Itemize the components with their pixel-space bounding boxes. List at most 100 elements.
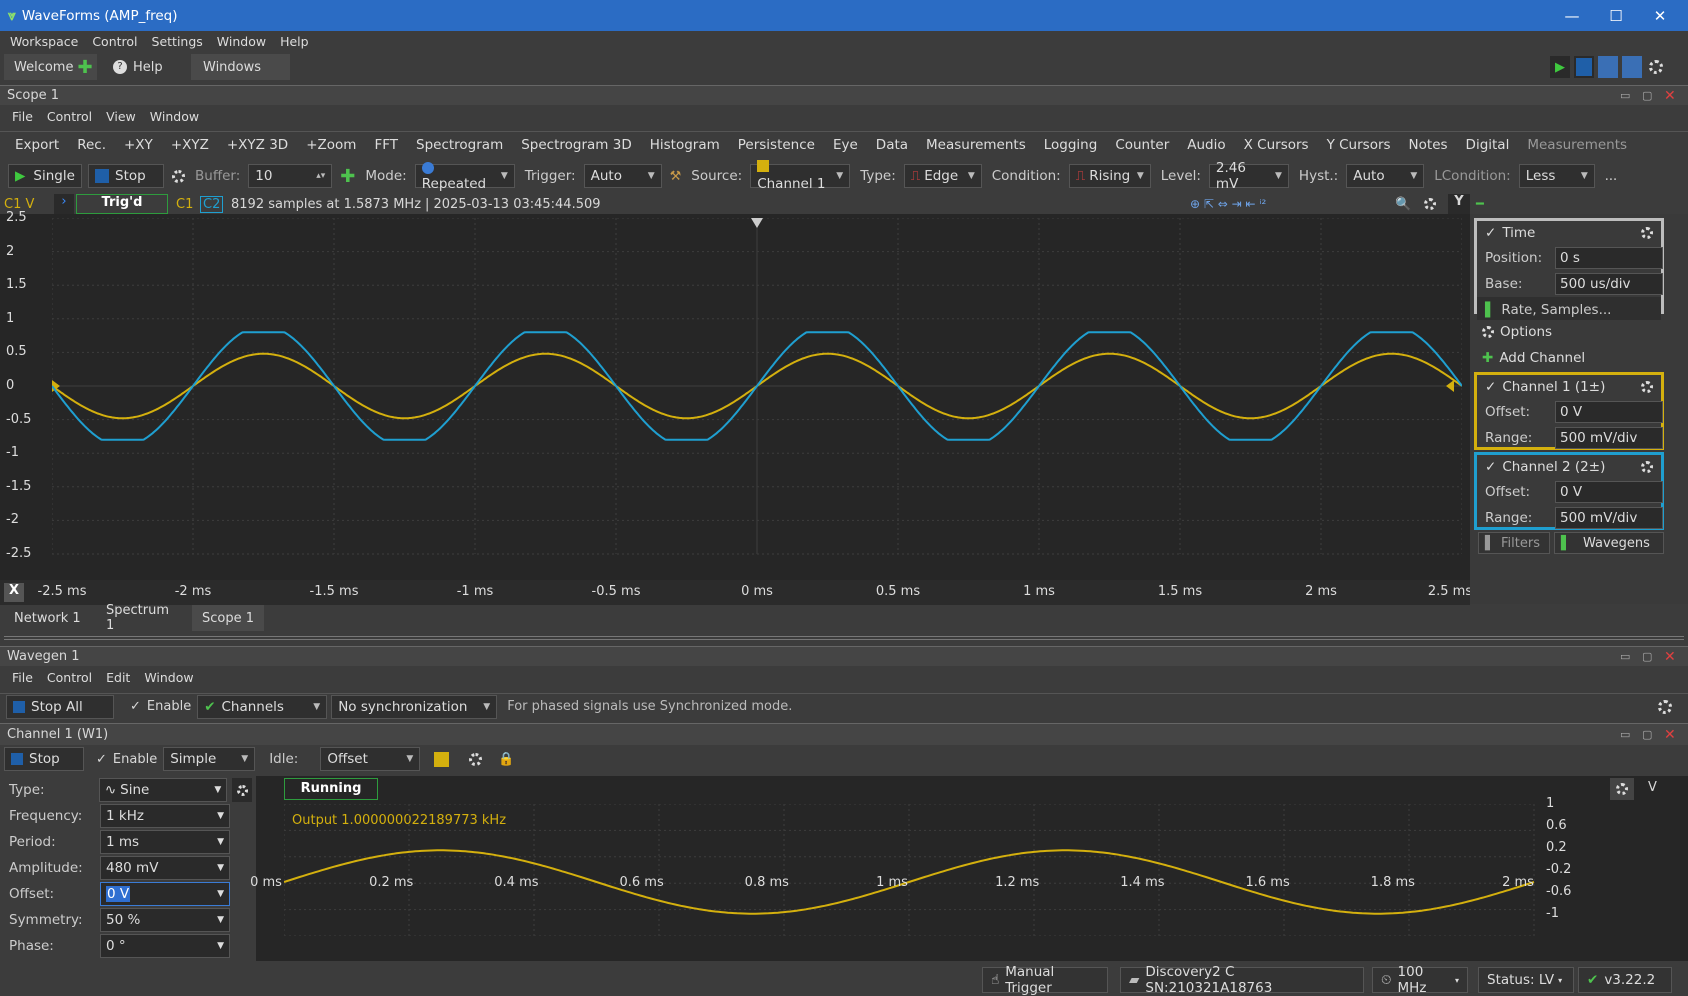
wavegen-restore-icon[interactable]: ▭ [1620, 650, 1630, 663]
spectrogram3d-button[interactable]: Spectrogram 3D [521, 137, 632, 153]
add-mode-icon[interactable]: ✚ [340, 166, 355, 187]
add-channel-button[interactable]: ✚ Add Channel [1474, 346, 1664, 370]
zoom-tools-icon[interactable]: ⊕ ⇱ ⇔ ⇥ ⇤ ⁱ² [1190, 197, 1266, 211]
wavegen-stop-button[interactable]: Stop [4, 747, 84, 771]
acquisition-gear-icon[interactable] [172, 169, 185, 184]
clock-status[interactable]: ⏲ 100 MHz ▾ [1372, 964, 1468, 996]
x-cursors-button[interactable]: X Cursors [1244, 137, 1309, 153]
measurements-button[interactable]: Measurements [926, 137, 1026, 153]
level-input[interactable]: 2.46 mV ▼ [1208, 160, 1289, 192]
menu-workspace[interactable]: Workspace [10, 34, 78, 49]
tab-network1[interactable]: Network 1 [4, 605, 92, 631]
counter-button[interactable]: Counter [1115, 137, 1169, 153]
maximize-button[interactable]: ☐ [1594, 0, 1638, 31]
device-status[interactable]: ▰ Discovery2 C SN:210321A18763 [1120, 964, 1364, 996]
menu-control[interactable]: Control [92, 34, 137, 49]
scope-graph[interactable] [52, 218, 1462, 580]
histogram-button[interactable]: Histogram [650, 137, 720, 153]
xyz3d-button[interactable]: +XYZ 3D [227, 137, 288, 153]
menu-help[interactable]: Help [280, 34, 309, 49]
wavegen-plot-gear-icon[interactable] [1610, 778, 1634, 800]
minimize-button[interactable]: — [1550, 0, 1594, 31]
scope-menu-view[interactable]: View [106, 109, 136, 124]
menu-settings[interactable]: Settings [152, 34, 203, 49]
splitter[interactable] [4, 636, 1684, 640]
channel-restore-icon[interactable]: ▭ [1620, 728, 1630, 741]
options-row[interactable]: Options [1474, 320, 1664, 344]
symmetry-input[interactable]: 50 % ▼ [100, 908, 230, 932]
enable-checkbox[interactable]: ✓ [130, 699, 141, 714]
persistence-button[interactable]: Persistence [738, 137, 815, 153]
measurements-dim-button[interactable]: Measurements [1527, 137, 1627, 153]
audio-button[interactable]: Audio [1187, 137, 1225, 153]
condition-select[interactable]: ⎍ Rising ▼ [1068, 164, 1151, 188]
channel1-offset-input[interactable]: 0 V [1555, 401, 1663, 423]
position-input[interactable]: 0 s [1555, 247, 1663, 269]
eye-button[interactable]: Eye [833, 137, 858, 153]
cascade-icon[interactable] [1598, 56, 1618, 78]
amplitude-input[interactable]: 480 mV ▼ [100, 856, 230, 880]
sync-select[interactable]: No synchronization ▼ [331, 694, 498, 719]
period-input[interactable]: 1 ms ▼ [100, 830, 230, 854]
channel2-title[interactable]: Channel 2 (2±) [1502, 459, 1605, 475]
channel-color-icon[interactable] [434, 751, 450, 767]
wavegen-plot[interactable]: Running Output 1.000000022189773 kHz V 1… [250, 776, 1688, 961]
hyst-select[interactable]: Auto ▼ [1346, 164, 1425, 188]
digital-button[interactable]: Digital [1466, 137, 1510, 153]
scope-plot[interactable]: 2.5 2 1.5 1 0.5 0 -0.5 -1 -1.5 -2 -2.5 [0, 210, 1470, 580]
lcondition-select[interactable]: Less ▼ [1518, 164, 1595, 188]
tab-scope1[interactable]: Scope 1 [192, 605, 264, 631]
tile-icon[interactable] [1622, 56, 1642, 78]
scope-menu-control[interactable]: Control [47, 109, 92, 124]
xy-button[interactable]: +XY [124, 137, 153, 153]
wavegen-gear-icon[interactable] [1658, 699, 1672, 714]
trigger-hammer-icon[interactable]: ⚒ [670, 169, 682, 184]
mode-select[interactable]: Repeated ▼ [414, 162, 515, 192]
frequency-input[interactable]: 1 kHz ▼ [100, 804, 230, 828]
type-select[interactable]: ⎍ Edge ▼ [903, 164, 982, 188]
spectrogram-button[interactable]: Spectrogram [416, 137, 503, 153]
time-gear-icon[interactable] [1641, 225, 1653, 241]
panel-restore-icon[interactable]: ▭ [1620, 89, 1630, 102]
type-gear-icon[interactable] [232, 778, 252, 802]
y-axis-button[interactable]: Y [1448, 194, 1470, 214]
tab-windows[interactable]: Windows [191, 54, 290, 80]
collapse-icon[interactable]: ━ [1476, 197, 1484, 212]
wavegen-menu-file[interactable]: File [12, 670, 33, 685]
base-input[interactable]: 500 us/div [1555, 273, 1663, 295]
wavegen-close-icon[interactable]: ✕ [1664, 649, 1676, 665]
channel1-title[interactable]: Channel 1 (1±) [1502, 379, 1605, 395]
channel2-offset-input[interactable]: 0 V [1555, 481, 1663, 503]
settings-gear-icon[interactable] [1646, 56, 1666, 78]
trigger-select[interactable]: Auto ▼ [583, 164, 662, 188]
c1-toggle[interactable]: C1 [176, 197, 193, 212]
wavegen-maximize-icon[interactable]: ▢ [1642, 650, 1652, 663]
rec-button[interactable]: Rec. [77, 137, 106, 153]
wavegen-menu-window[interactable]: Window [144, 670, 193, 685]
stop-all-button[interactable]: Stop All [6, 694, 114, 719]
filters-button[interactable]: ▌ Filters [1478, 532, 1550, 554]
x-axis-button[interactable]: X [4, 583, 24, 602]
offset-input[interactable]: 0 V ▼ [100, 882, 230, 906]
expand-icon[interactable]: › [54, 194, 74, 214]
close-button[interactable]: ✕ [1638, 0, 1682, 31]
idle-select[interactable]: Offset ▼ [320, 747, 421, 771]
tab-help[interactable]: ? Help [103, 54, 183, 80]
stop-icon[interactable] [1574, 56, 1594, 78]
manual-trigger-button[interactable]: ☝ Manual Trigger [982, 964, 1108, 996]
stop-button[interactable]: Stop [88, 164, 164, 188]
single-button[interactable]: ▶ Single [8, 164, 82, 188]
wavegen-graph[interactable] [284, 804, 1636, 936]
lock-icon[interactable]: 🔒 [498, 752, 514, 767]
scope-menu-window[interactable]: Window [150, 109, 199, 124]
zoom-button[interactable]: +Zoom [306, 137, 356, 153]
channel-maximize-icon[interactable]: ▢ [1642, 728, 1652, 741]
plot-gear-icon[interactable] [1424, 197, 1436, 212]
channel2-range-input[interactable]: 500 mV/div [1555, 507, 1663, 529]
phase-input[interactable]: 0 ° ▼ [100, 934, 230, 958]
wavegen-menu-control[interactable]: Control [47, 670, 92, 685]
buffer-input[interactable]: 10 ▴▾ [248, 164, 333, 188]
wavegens-button[interactable]: ▌ Wavegens [1554, 532, 1664, 554]
data-button[interactable]: Data [876, 137, 908, 153]
xyz-button[interactable]: +XYZ [171, 137, 209, 153]
